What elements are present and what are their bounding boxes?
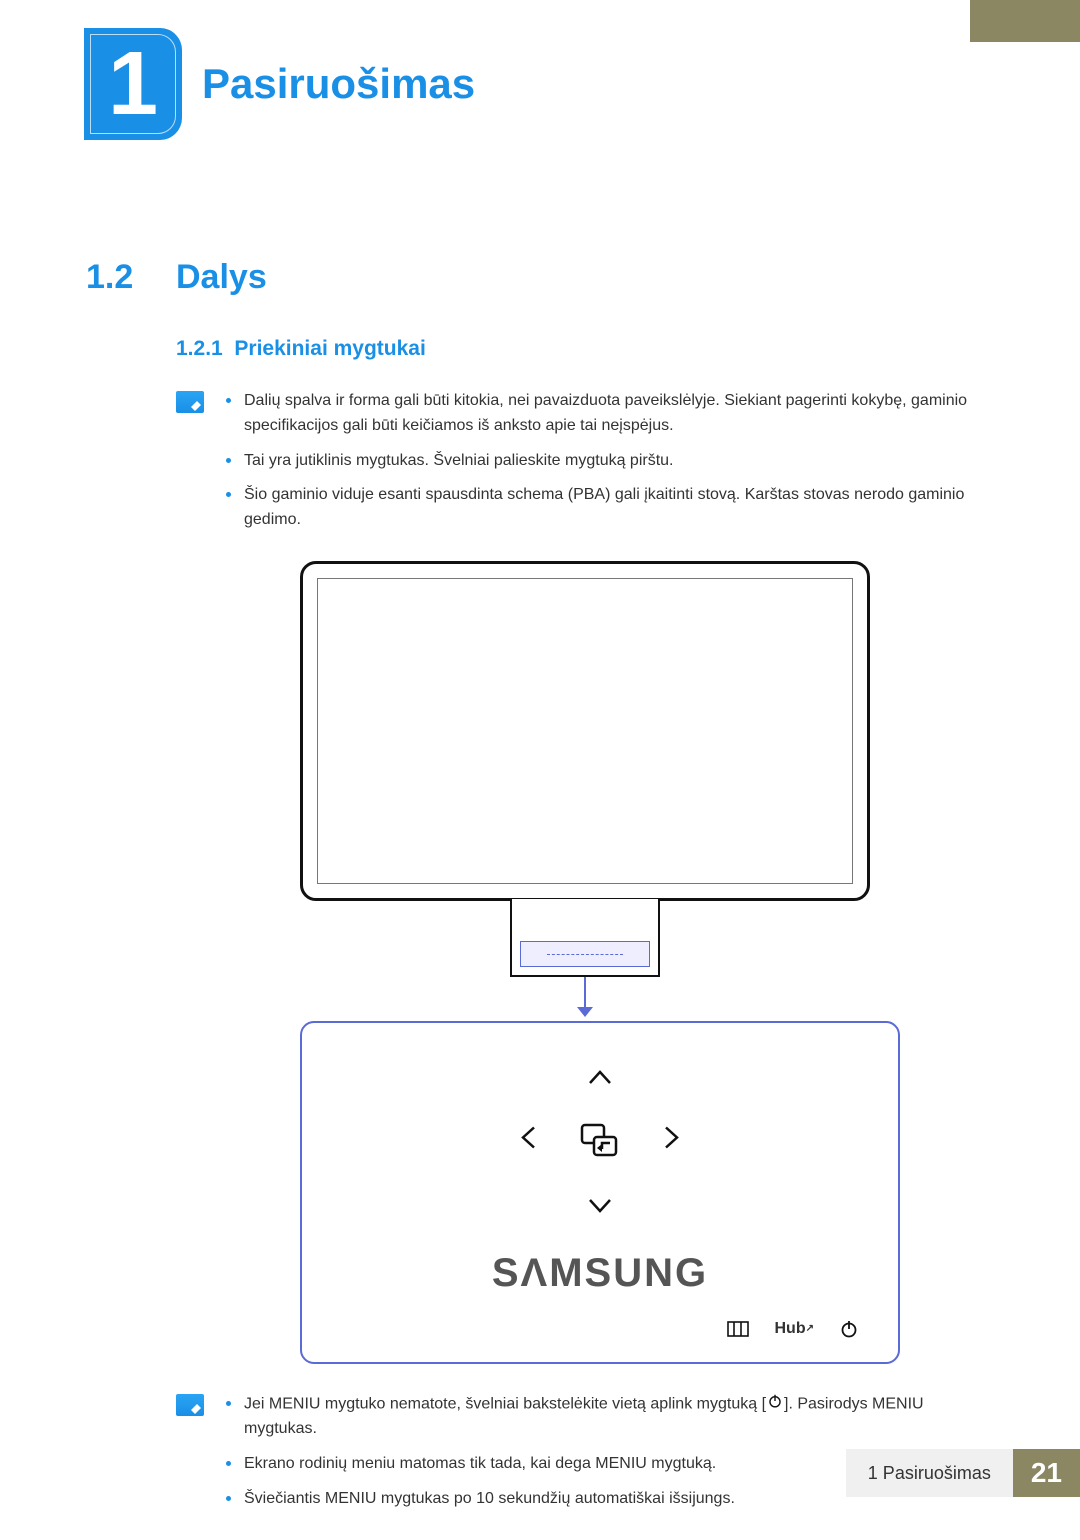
- subsection-number: 1.2.1: [176, 337, 223, 360]
- monitor-figure: SΛMSUNG Hub↗: [176, 561, 994, 1364]
- hub-label: Hub↗: [775, 1320, 815, 1338]
- footer-label: 1 Pasiruošimas: [846, 1449, 1013, 1497]
- section-body: 1.2Dalys 1.2.1 Priekiniai mygtukai Dalių…: [86, 258, 994, 1540]
- stand-button-area: [520, 941, 650, 967]
- chapter-title: Pasiruošimas: [202, 60, 475, 108]
- callout-line: [584, 977, 586, 1007]
- note1-item2: Tai yra jutiklinis mygtukas. Švelniai pa…: [226, 449, 994, 474]
- chapter-header: 1 Pasiruošimas: [84, 28, 475, 140]
- footer-page-number: 21: [1013, 1449, 1080, 1497]
- hub-text: Hub: [775, 1320, 806, 1338]
- power-icon: [768, 1392, 782, 1417]
- note-list-1: Dalių spalva ir forma gali būti kitokia,…: [226, 389, 994, 543]
- chevron-right-icon: [664, 1125, 680, 1156]
- chapter-number: 1: [108, 39, 158, 129]
- source-icon: [727, 1321, 749, 1337]
- section-heading: 1.2Dalys: [86, 258, 994, 297]
- subsection-title: Priekiniai mygtukai: [234, 337, 425, 360]
- section-number: 1.2: [86, 258, 176, 297]
- enter-icon: [578, 1121, 622, 1161]
- subsection-heading: 1.2.1 Priekiniai mygtukai: [176, 337, 994, 361]
- callout-arrow-icon: [577, 1007, 593, 1017]
- chevron-down-icon: [588, 1190, 612, 1221]
- monitor-outline: SΛMSUNG Hub↗: [300, 561, 870, 1364]
- note1-item1: Dalių spalva ir forma gali būti kitokia,…: [226, 389, 994, 439]
- note2-item1: Jei MENIU mygtuko nematote, švelniai bak…: [226, 1392, 994, 1442]
- note-block-1: Dalių spalva ir forma gali būti kitokia,…: [176, 389, 994, 543]
- monitor-screen: [300, 561, 870, 901]
- note1-item3: Šio gaminio viduje esanti spausdinta sch…: [226, 483, 994, 533]
- button-panel: SΛMSUNG Hub↗: [300, 1021, 900, 1364]
- note-icon: [176, 1394, 204, 1416]
- note2-item1-pre: Jei MENIU mygtuko nematote, švelniai bak…: [244, 1396, 766, 1413]
- power-icon: [840, 1320, 858, 1338]
- top-accent-bar: [970, 0, 1080, 42]
- panel-bottom-icons: Hub↗: [322, 1320, 878, 1338]
- page-footer: 1 Pasiruošimas 21: [846, 1449, 1080, 1497]
- chevron-left-icon: [520, 1125, 536, 1156]
- note-icon: [176, 391, 204, 413]
- monitor-stand: [510, 899, 660, 977]
- brand-logo: SΛMSUNG: [322, 1251, 878, 1296]
- section-title: Dalys: [176, 258, 267, 296]
- dpad: [520, 1061, 680, 1221]
- chapter-badge: 1: [84, 28, 182, 140]
- chevron-up-icon: [588, 1061, 612, 1092]
